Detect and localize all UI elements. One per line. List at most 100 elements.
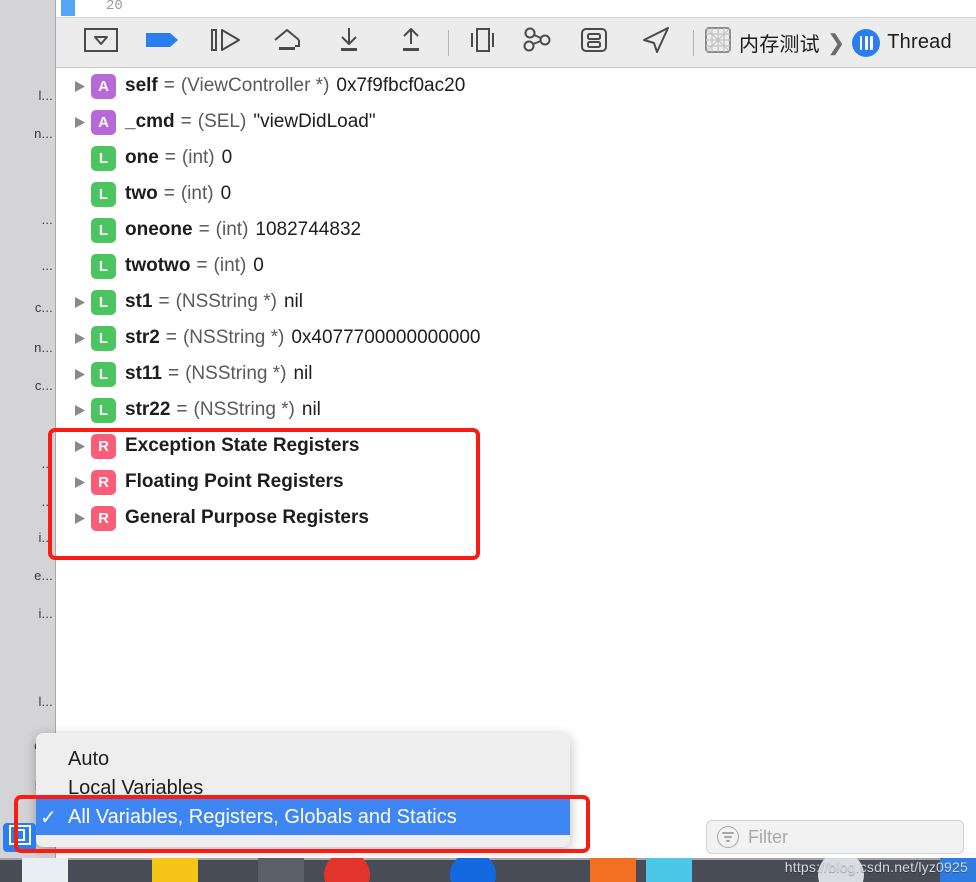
variable-name: st1	[125, 291, 153, 312]
menu-item-label: All Variables, Registers, Globals and St…	[68, 805, 457, 828]
step-into-icon	[334, 26, 364, 59]
table-row[interactable]: A self = (ViewController *) 0x7f9fbcf0ac…	[57, 68, 976, 104]
variable-type: (int)	[213, 255, 247, 276]
memory-graph-icon	[519, 27, 553, 58]
disclosure-triangle-icon[interactable]	[69, 476, 91, 489]
variable-kind-badge: R	[91, 433, 116, 459]
continue-button[interactable]	[194, 23, 256, 63]
dock-app-icon[interactable]	[590, 858, 636, 882]
step-out-icon	[396, 26, 426, 59]
variable-kind-badge: A	[91, 73, 116, 99]
dock-app-icon[interactable]	[450, 858, 496, 882]
sidebar-fragment[interactable]: n...	[34, 340, 53, 355]
variable-kind-badge: L	[91, 145, 116, 171]
table-row-register-group[interactable]: R General Purpose Registers	[57, 500, 976, 536]
dock-app-icon[interactable]	[22, 858, 68, 882]
step-into-button[interactable]	[318, 23, 380, 63]
dock-app-icon[interactable]	[324, 858, 370, 882]
equals-sign: =	[164, 147, 176, 168]
sidebar-fragment[interactable]: ...	[42, 456, 53, 471]
toolbar-divider	[693, 29, 694, 56]
toolbar-divider	[448, 29, 449, 56]
breadcrumb-thread-label[interactable]: Thread	[887, 31, 952, 54]
equals-sign: =	[176, 399, 188, 420]
table-row[interactable]: L str2 = (NSString *) 0x4077700000000000	[57, 320, 976, 356]
table-row-register-group[interactable]: R Floating Point Registers	[57, 464, 976, 500]
equals-sign: =	[158, 291, 170, 312]
variable-type: (int)	[215, 219, 249, 240]
menu-item-auto[interactable]: Auto	[36, 741, 570, 777]
disclosure-triangle-icon[interactable]	[69, 332, 91, 345]
disclosure-triangle-icon[interactable]	[69, 440, 91, 453]
menu-item-local-variables[interactable]: Local Variables	[36, 777, 570, 799]
variable-type: (int)	[180, 183, 214, 204]
sidebar-fragment[interactable]: i...	[38, 530, 53, 545]
disclosure-triangle-icon[interactable]	[69, 368, 91, 381]
table-row[interactable]: L st1 = (NSString *) nil	[57, 284, 976, 320]
scope-dropdown-menu[interactable]: Auto Local Variables ✓ All Variables, Re…	[36, 733, 570, 847]
sidebar-fragment[interactable]: l...	[38, 88, 53, 103]
variable-value: nil	[301, 399, 321, 420]
table-row[interactable]: L st11 = (NSString *) nil	[57, 356, 976, 392]
sidebar-fragment[interactable]: ...	[42, 258, 53, 273]
sidebar-fragment[interactable]: ...	[42, 494, 53, 509]
table-row[interactable]: L str22 = (NSString *) nil	[57, 392, 976, 428]
menu-item-label: Auto	[68, 747, 110, 770]
location-simulate-button[interactable]	[625, 23, 687, 63]
table-row[interactable]: L oneone = (int) 1082744832	[57, 212, 976, 248]
variables-view-toggle[interactable]	[3, 823, 36, 852]
sidebar-fragment[interactable]: e...	[34, 568, 53, 583]
breadcrumb: 内存测试 ❯ Thread	[700, 26, 952, 59]
hide-console-button[interactable]	[70, 23, 132, 63]
disclosure-triangle-icon[interactable]	[69, 80, 91, 93]
disclosure-triangle-icon[interactable]	[69, 296, 91, 309]
sidebar-fragment[interactable]: l...	[38, 694, 53, 709]
variable-type: (ViewController *)	[180, 75, 330, 96]
sidebar-fragment[interactable]: c...	[35, 300, 53, 315]
variable-type: (NSString *)	[193, 399, 295, 420]
breakpoint-marker-icon[interactable]	[61, 0, 75, 16]
register-group-name: Floating Point Registers	[125, 471, 344, 492]
variable-name: two	[125, 183, 158, 204]
variable-value: "viewDidLoad"	[253, 111, 376, 132]
table-row-register-group[interactable]: R Exception State Registers	[57, 428, 976, 464]
memory-graph-button[interactable]	[509, 23, 563, 63]
menu-item-all-variables[interactable]: ✓ All Variables, Registers, Globals and …	[36, 799, 570, 835]
dock-app-icon[interactable]	[152, 858, 198, 882]
variables-view-icon	[8, 825, 31, 850]
variable-kind-badge: L	[91, 325, 116, 351]
filter-input[interactable]: Filter	[706, 820, 964, 854]
filter-placeholder: Filter	[748, 826, 788, 847]
environment-overrides-button[interactable]	[563, 23, 625, 63]
variable-name: one	[125, 147, 159, 168]
table-row[interactable]: A _cmd = (SEL) "viewDidLoad"	[57, 104, 976, 140]
variable-type: (NSString *)	[185, 363, 287, 384]
disclosure-triangle-icon[interactable]	[69, 404, 91, 417]
variable-kind-badge: A	[91, 109, 116, 135]
continue-execution-icon	[208, 27, 242, 58]
breadcrumb-process-label[interactable]: 内存测试	[739, 28, 820, 57]
equals-sign: =	[196, 255, 208, 276]
table-row[interactable]: L one = (int) 0	[57, 140, 976, 176]
view-debugging-icon	[465, 27, 499, 58]
disclosure-triangle-icon[interactable]	[69, 116, 91, 129]
sidebar-fragment[interactable]: n...	[34, 126, 53, 141]
watermark-url: https://blog.csdn.net/lyz0925	[784, 859, 968, 875]
breakpoints-button[interactable]	[132, 23, 194, 63]
dock-app-icon[interactable]	[258, 858, 304, 882]
table-row[interactable]: L two = (int) 0	[57, 176, 976, 212]
variable-type: (SEL)	[197, 111, 247, 132]
sidebar-fragment[interactable]: c...	[35, 378, 53, 393]
navigator-sidebar[interactable]: l... n... ... ... c... n... c... ... ...…	[0, 0, 56, 858]
variable-name: self	[125, 75, 158, 96]
disclosure-triangle-icon[interactable]	[69, 512, 91, 525]
table-row[interactable]: L twotwo = (int) 0	[57, 248, 976, 284]
step-over-button[interactable]	[256, 23, 318, 63]
register-group-name: General Purpose Registers	[125, 507, 369, 528]
sidebar-fragment[interactable]: ...	[42, 212, 53, 227]
variable-name: twotwo	[125, 255, 191, 276]
step-out-button[interactable]	[380, 23, 442, 63]
view-debugging-button[interactable]	[455, 23, 509, 63]
sidebar-fragment[interactable]: i...	[38, 606, 53, 621]
dock-app-icon[interactable]	[646, 858, 692, 882]
